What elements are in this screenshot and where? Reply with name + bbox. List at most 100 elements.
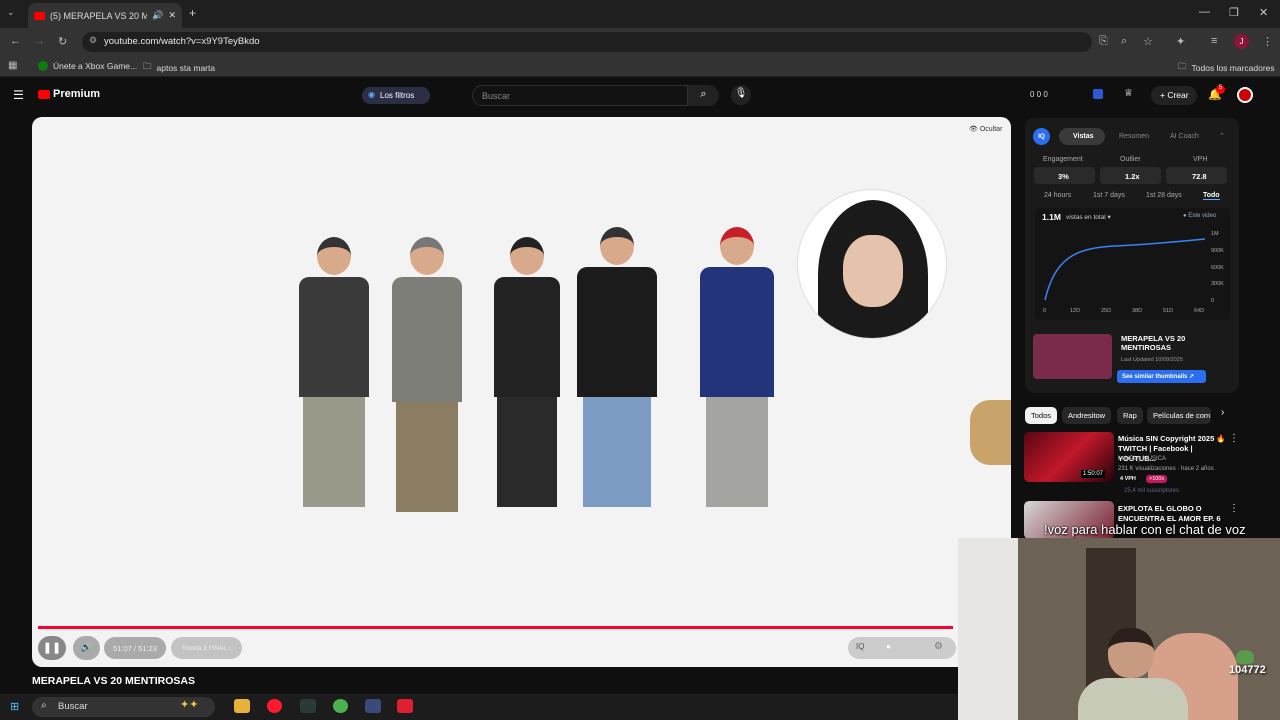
search-input[interactable]: Buscar (472, 85, 688, 106)
account-avatar[interactable] (1237, 87, 1253, 103)
tab-close-icon[interactable]: ✕ (168, 10, 176, 21)
settings-gear-icon[interactable]: ⚙ (934, 641, 943, 652)
head (510, 237, 544, 275)
close-window-icon[interactable]: ✕ (1259, 6, 1268, 19)
video-person (294, 237, 374, 537)
tab-resumen[interactable]: Resumen (1119, 133, 1149, 140)
folder-icon: 🗀 (1178, 61, 1187, 71)
windows-start-icon[interactable]: ⊞ (10, 700, 19, 713)
extensions-icon[interactable]: ✦ (1176, 35, 1185, 48)
xbox-icon (38, 61, 48, 71)
search-button[interactable]: ⌕ (688, 85, 719, 106)
views-graph-svg (1044, 238, 1206, 301)
legend-label: Este video (1188, 213, 1217, 219)
zoom-icon[interactable]: ⌕ (1121, 35, 1127, 48)
hide-button[interactable]: 👁 Ocultar (969, 125, 1002, 133)
bookmark-xbox[interactable]: Únete a Xbox Game... (38, 61, 137, 71)
bookmark-star-icon[interactable]: ☆ (1143, 35, 1153, 48)
chip-peliculas[interactable]: Películas de com (1147, 407, 1211, 424)
chip-todos[interactable]: Todos (1025, 407, 1058, 424)
chapter-button[interactable]: Ronda 3 FINAL › (171, 637, 242, 659)
install-icon[interactable]: ⎘ (1099, 35, 1108, 48)
opera-icon[interactable] (267, 699, 282, 713)
trophy-icon[interactable]: ♕ (1124, 88, 1133, 99)
chip-rap[interactable]: Rap (1117, 407, 1143, 424)
browser-tab[interactable]: (5) MERAPELA VS 20 MENT 🔊 ✕ (28, 3, 182, 28)
streamer-face (1108, 628, 1154, 678)
pants (303, 397, 365, 507)
collapse-icon[interactable]: ⌃ (1219, 132, 1225, 140)
bookmark-label: aptos sta marta (156, 63, 216, 73)
hamburger-menu-icon[interactable]: ☰ (13, 88, 24, 102)
back-icon[interactable]: ← (10, 35, 21, 47)
shirt (299, 277, 369, 397)
pause-button[interactable]: ❚❚ (38, 636, 66, 660)
chrome-icon[interactable] (333, 699, 348, 713)
more-options-icon[interactable]: ⋮ (1229, 433, 1239, 444)
forward-icon[interactable]: → (34, 35, 45, 47)
iq-icon[interactable]: IQ (856, 642, 864, 651)
tab-vistas[interactable]: Vistas (1073, 133, 1094, 140)
graph-x-tick: 25D (1101, 308, 1112, 314)
chip-andresitow[interactable]: Andresitow (1062, 407, 1112, 424)
see-similar-thumbnails-button[interactable]: See similar thumbnails ↗ (1117, 370, 1206, 383)
range-28d[interactable]: 1st 28 days (1146, 192, 1182, 199)
file-explorer-icon[interactable] (234, 699, 250, 713)
face (843, 235, 903, 307)
profile-avatar[interactable]: J (1234, 34, 1249, 49)
media-icon[interactable]: ≡ (1211, 35, 1217, 47)
thumb-title: MERAPELA VS 20 MENTIROSAS (1121, 334, 1186, 352)
chips-next-icon[interactable]: › (1221, 407, 1224, 418)
hide-label: Ocultar (979, 126, 1003, 133)
views-dropdown[interactable]: vistas en total ▾ (1066, 213, 1111, 221)
graph-y-tick: 0 (1211, 298, 1215, 304)
all-bookmarks[interactable]: 🗀 Todos los marcadores (1178, 61, 1275, 75)
address-bar[interactable]: ⚙ youtube.com/watch?v=x9Y9TeyBkdo (82, 32, 1092, 52)
autoplay-toggle[interactable]: ● (886, 642, 891, 651)
volume-icon: 🔊 (80, 642, 93, 652)
range-7d[interactable]: 1st 7 days (1093, 192, 1125, 199)
range-24h[interactable]: 24 hours (1044, 192, 1071, 199)
restore-icon[interactable]: ❐ (1229, 6, 1239, 19)
thumb-updated: Last Updated 10/09/2025 (1121, 357, 1183, 363)
more-options-icon[interactable]: ⋮ (1229, 503, 1239, 514)
volume-button[interactable]: 🔊 (73, 636, 100, 660)
youtube-logo[interactable]: Premium (38, 88, 100, 100)
create-button[interactable]: + Crear (1151, 86, 1197, 105)
notification-badge: 5 (1216, 85, 1225, 94)
range-todo[interactable]: Todo (1203, 192, 1220, 200)
creator-circle-image (797, 189, 947, 339)
duration-badge: 1:50:07 (1081, 470, 1106, 478)
extension-icon[interactable] (1093, 89, 1103, 99)
hoodie (577, 267, 657, 397)
head (720, 227, 754, 265)
progress-bar[interactable] (38, 626, 954, 629)
voice-search-button[interactable]: 🎙 (731, 85, 751, 105)
search-icon: ⌕ (700, 88, 707, 100)
app-icon[interactable] (397, 699, 413, 713)
outlier-badge: >100x (1146, 475, 1168, 483)
iq-badge: IQ (1033, 128, 1050, 145)
graph-x-tick: 38D (1132, 308, 1143, 314)
jersey (700, 267, 774, 397)
apps-icon[interactable]: ▦ (8, 60, 17, 71)
audio-icon[interactable]: 🔊 (152, 10, 163, 21)
app-icon[interactable] (365, 699, 381, 713)
stream-caption: !voz para hablar con el chat de voz (1044, 522, 1246, 537)
graph-x-tick: 64D (1194, 308, 1205, 314)
stat-value: 1.2x (1125, 172, 1140, 181)
mic-icon: 🎙 (734, 88, 748, 99)
reload-icon[interactable]: ↻ (58, 35, 67, 48)
minimize-icon[interactable]: — (1199, 6, 1210, 18)
tab-ai-coach[interactable]: AI Coach (1170, 133, 1199, 140)
tab-list-icon[interactable]: ⌄ (7, 7, 15, 18)
url-text: youtube.com/watch?v=x9Y9TeyBkdo (104, 36, 260, 47)
recommendation-title[interactable]: EXPLOTA EL GLOBO O ENCUENTRA EL AMOR EP.… (1118, 504, 1228, 524)
filters-button[interactable]: ◉ Los filtros (362, 87, 430, 104)
filters-label: Los filtros (380, 91, 415, 100)
site-info-icon[interactable]: ⚙ (89, 35, 97, 46)
chrome-menu-icon[interactable]: ⋮ (1262, 35, 1273, 48)
app-icon[interactable] (300, 699, 316, 713)
new-tab-icon[interactable]: + (189, 6, 196, 20)
bookmark-folder-aptos[interactable]: 🗀 aptos sta marta (143, 61, 215, 75)
